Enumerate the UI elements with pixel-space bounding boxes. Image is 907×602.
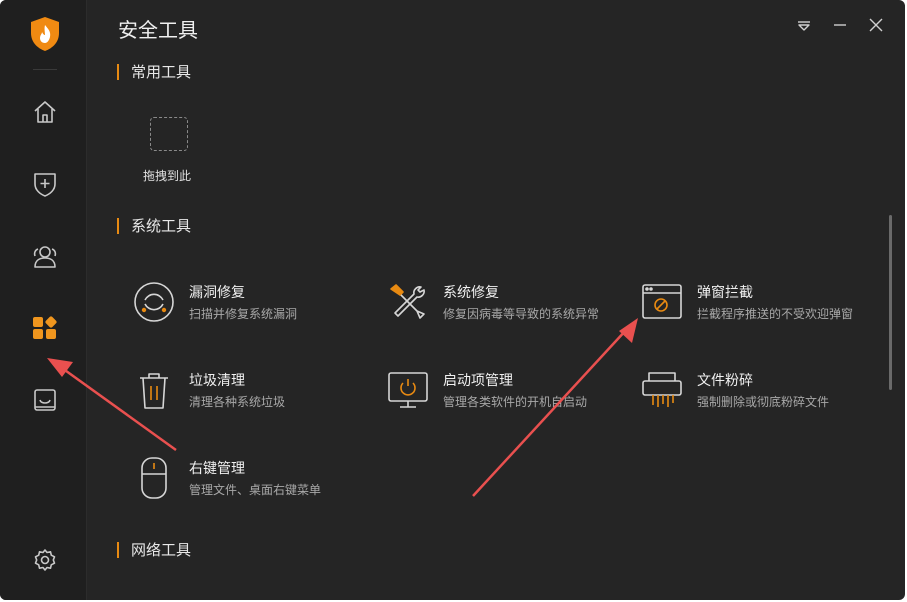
drop-target[interactable] [150, 117, 188, 151]
section-title-system: 系统工具 [117, 218, 191, 234]
popup-block-icon [641, 280, 683, 324]
app-window: 安全工具 常用工具 拖拽到此 系统工具 漏洞修复 扫描并修复系统漏洞 系统修复 … [0, 0, 905, 600]
minimize-icon [833, 17, 847, 36]
sidebar-item-home[interactable] [27, 96, 63, 132]
close-button[interactable] [866, 16, 886, 36]
scrollbar[interactable] [889, 215, 892, 390]
apps-grid-icon [32, 315, 58, 345]
monitor-power-icon [387, 368, 429, 412]
sidebar-item-settings[interactable] [27, 544, 63, 580]
tool-startup-manager[interactable]: 启动项管理 管理各类软件的开机自启动 [387, 365, 617, 415]
page-title: 安全工具 [118, 18, 198, 42]
tool-name: 启动项管理 [443, 373, 513, 389]
tool-desc: 扫描并修复系统漏洞 [189, 307, 298, 321]
app-logo-icon [29, 16, 61, 52]
tool-popup-block[interactable]: 弹窗拦截 拦截程序推送的不受欢迎弹窗 [641, 277, 871, 327]
tool-name: 文件粉碎 [697, 373, 753, 389]
home-icon [32, 99, 58, 129]
main-panel: 安全工具 常用工具 拖拽到此 系统工具 漏洞修复 扫描并修复系统漏洞 系统修复 … [87, 0, 905, 600]
bug-repair-icon [133, 280, 175, 324]
tool-system-repair[interactable]: 系统修复 修复因病毒等导致的系统异常 [387, 277, 617, 327]
tool-desc: 修复因病毒等导致的系统异常 [443, 307, 600, 321]
tool-vuln-repair[interactable]: 漏洞修复 扫描并修复系统漏洞 [133, 277, 363, 327]
tool-context-menu[interactable]: 右键管理 管理文件、桌面右键菜单 [133, 453, 363, 503]
sidebar-item-protection[interactable] [27, 168, 63, 204]
sidebar [0, 0, 87, 600]
trash-icon [133, 368, 175, 412]
mouse-icon [133, 456, 175, 500]
tool-desc: 强制删除或彻底粉碎文件 [697, 395, 830, 409]
gear-icon [33, 548, 57, 576]
shield-plus-icon [32, 170, 58, 202]
minimize-button[interactable] [830, 16, 850, 36]
close-icon [869, 17, 883, 36]
shredder-icon [641, 368, 683, 412]
tool-desc: 拦截程序推送的不受欢迎弹窗 [697, 307, 854, 321]
tray-icon [32, 387, 58, 417]
tool-desc: 清理各种系统垃圾 [189, 395, 286, 409]
section-title-network: 网络工具 [117, 542, 191, 558]
sidebar-item-box[interactable] [27, 384, 63, 420]
sidebar-item-tools[interactable] [27, 312, 63, 348]
dropdown-menu-icon [797, 17, 811, 36]
tool-name: 弹窗拦截 [697, 285, 753, 301]
tool-desc: 管理各类软件的开机自启动 [443, 395, 588, 409]
tool-desc: 管理文件、桌面右键菜单 [189, 483, 322, 497]
tool-file-shredder[interactable]: 文件粉碎 强制删除或彻底粉碎文件 [641, 365, 871, 415]
menu-button[interactable] [794, 16, 814, 36]
tool-junk-clean[interactable]: 垃圾清理 清理各种系统垃圾 [133, 365, 363, 415]
users-icon [31, 243, 59, 273]
tool-name: 漏洞修复 [189, 285, 245, 301]
sidebar-item-users[interactable] [27, 240, 63, 276]
drop-target-label: 拖拽到此 [143, 169, 192, 183]
tool-name: 右键管理 [189, 461, 245, 477]
tool-name: 垃圾清理 [189, 373, 245, 389]
section-title-common: 常用工具 [117, 64, 191, 80]
sidebar-divider [33, 69, 57, 70]
tool-name: 系统修复 [443, 285, 499, 301]
wrench-screwdriver-icon [387, 280, 429, 324]
